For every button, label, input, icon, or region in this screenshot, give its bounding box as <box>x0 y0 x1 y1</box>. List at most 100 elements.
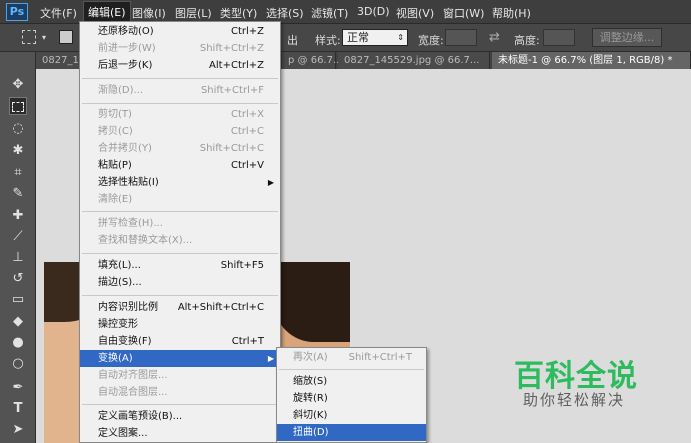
menu-window[interactable]: 窗口(W) <box>443 5 484 21</box>
menu-item-label: 拼写检查(H)... <box>98 218 163 229</box>
menu-item-label: 扭曲(D) <box>293 427 329 438</box>
menu-item-transform[interactable]: 变换(A) ▶ <box>80 350 280 367</box>
select-arrows-icon: ⇕ <box>397 33 404 42</box>
menu-item-copy: 拷贝(C) Ctrl+C <box>80 123 280 140</box>
photo-hair-right <box>274 262 350 342</box>
submenu-item-scale[interactable]: 缩放(S) <box>277 373 426 390</box>
chevron-down-icon[interactable]: ▾ <box>42 33 46 42</box>
menu-item-shortcut: Ctrl+Z <box>230 26 264 37</box>
width-label: 宽度: <box>418 34 444 47</box>
menu-item-paste[interactable]: 粘贴(P) Ctrl+V <box>80 157 280 174</box>
menu-item-shortcut: Shift+Ctrl+T <box>348 352 412 363</box>
menu-separator <box>82 103 278 104</box>
magic-wand-tool-icon[interactable]: ✱ <box>9 142 27 160</box>
menu-item-stroke[interactable]: 描边(S)... <box>80 274 280 291</box>
menu-item-define-pattern[interactable]: 定义图案... <box>80 425 280 442</box>
menu-item-define-brush[interactable]: 定义画笔预设(B)... <box>80 408 280 425</box>
menu-item-label: 渐隐(D)... <box>98 85 144 96</box>
menu-edit[interactable]: 编辑(E) <box>83 1 131 23</box>
menu-item-label: 变换(A) <box>98 353 133 364</box>
menu-item-label: 定义画笔预设(B)... <box>98 411 183 422</box>
menu-item-undo[interactable]: 还原移动(O) Ctrl+Z <box>80 23 280 40</box>
menu-item-label: 填充(L)... <box>98 260 141 271</box>
menu-item-label: 粘贴(P) <box>98 160 132 171</box>
style-label: 样式: <box>315 34 341 47</box>
eyedropper-tool-icon[interactable]: ✎ <box>9 185 27 203</box>
style-select[interactable]: 正常 ⇕ <box>342 29 408 46</box>
menu-item-label: 后退一步(K) <box>98 60 153 71</box>
menu-separator <box>279 369 424 370</box>
swap-icon[interactable]: ⇄ <box>489 30 500 45</box>
menu-image[interactable]: 图像(I) <box>132 5 166 21</box>
brush-tool-icon[interactable]: ⟋ <box>9 228 27 246</box>
menu-item-label: 前进一步(W) <box>98 43 156 54</box>
menu-item-step-back[interactable]: 后退一步(K) Alt+Ctrl+Z <box>80 57 280 74</box>
paint-bucket-tool-icon[interactable]: ◆ <box>9 313 27 331</box>
type-tool-icon[interactable]: T <box>9 400 27 418</box>
menu-item-puppet-warp[interactable]: 操控变形 <box>80 316 280 333</box>
menu-file[interactable]: 文件(F) <box>40 5 77 21</box>
menu-item-label: 操控变形 <box>98 319 138 330</box>
menu-item-free-transform[interactable]: 自由变换(F) Ctrl+T <box>80 333 280 350</box>
submenu-item-again: 再次(A) Shift+Ctrl+T <box>277 349 426 366</box>
clone-stamp-tool-icon[interactable]: ⊥ <box>9 249 27 267</box>
path-selection-tool-icon[interactable]: ➤ <box>9 421 27 439</box>
menu-item-shortcut: Alt+Shift+Ctrl+C <box>177 302 264 313</box>
menu-item-label: 内容识别比例 <box>98 302 158 313</box>
menu-type[interactable]: 类型(Y) <box>220 5 257 21</box>
menu-filter[interactable]: 滤镜(T) <box>311 5 348 21</box>
crop-tool-icon[interactable]: ⌗ <box>9 164 27 182</box>
dodge-tool-icon[interactable]: ○ <box>9 355 27 373</box>
height-label: 高度: <box>514 34 540 47</box>
menu-item-paste-special[interactable]: 选择性粘贴(I) ▶ <box>80 174 280 191</box>
move-tool-icon[interactable]: ✥ <box>9 76 27 94</box>
refine-edge-button[interactable]: 调整边缘... <box>592 28 662 47</box>
width-input[interactable] <box>445 29 477 46</box>
history-brush-tool-icon[interactable]: ↺ <box>9 270 27 288</box>
menu-item-label: 清除(E) <box>98 194 133 205</box>
submenu-item-skew[interactable]: 斜切(K) <box>277 407 426 424</box>
tab-document-1[interactable]: 0827_1 <box>36 52 81 69</box>
new-selection-icon[interactable] <box>59 30 73 44</box>
menu-item-shortcut: Alt+Ctrl+Z <box>209 60 264 71</box>
menu-item-auto-blend: 自动混合图层... <box>80 384 280 401</box>
menu-item-label: 合并拷贝(Y) <box>98 143 152 154</box>
submenu-item-rotate[interactable]: 旋转(R) <box>277 390 426 407</box>
menu-item-shortcut: Ctrl+T <box>231 336 264 347</box>
menu-item-label: 查找和替换文本(X)... <box>98 235 193 246</box>
transform-submenu: 再次(A) Shift+Ctrl+T 缩放(S) 旋转(R) 斜切(K) 扭曲(D… <box>276 347 427 443</box>
marquee-tool-icon[interactable] <box>9 97 27 115</box>
menu-layer[interactable]: 图层(L) <box>175 5 212 21</box>
submenu-item-distort[interactable]: 扭曲(D) <box>277 424 426 441</box>
menu-item-label: 缩放(S) <box>293 376 328 387</box>
menu-item-content-aware-scale[interactable]: 内容识别比例 Alt+Shift+Ctrl+C <box>80 299 280 316</box>
menu-item-shortcut: Ctrl+V <box>230 160 264 171</box>
edit-menu-dropdown: 还原移动(O) Ctrl+Z 前进一步(W) Shift+Ctrl+Z 后退一步(K… <box>79 21 281 443</box>
eraser-tool-icon[interactable]: ▭ <box>9 291 27 309</box>
height-input[interactable] <box>543 29 575 46</box>
menu-item-label: 还原移动(O) <box>98 26 154 37</box>
tab-document-active[interactable]: 未标题-1 @ 66.7% (图层 1, RGB/8) * <box>492 52 691 69</box>
blur-tool-icon[interactable]: ● <box>9 334 27 352</box>
menu-item-clear: 清除(E) <box>80 191 280 208</box>
healing-brush-tool-icon[interactable]: ✚ <box>9 207 27 225</box>
menu-item-label: 描边(S)... <box>98 277 142 288</box>
menu-view[interactable]: 视图(V) <box>396 5 434 21</box>
menu-item-label: 定义图案... <box>98 428 148 439</box>
photoshop-logo: Ps <box>6 3 28 21</box>
marquee-preset-icon[interactable] <box>22 30 36 44</box>
lasso-tool-icon[interactable]: ◌ <box>9 120 27 138</box>
style-select-value: 正常 <box>347 31 369 44</box>
menu-item-label: 剪切(T) <box>98 109 132 120</box>
menu-item-fill[interactable]: 填充(L)... Shift+F5 <box>80 257 280 274</box>
tab-document-2[interactable]: 0827_145529.jpg @ 66.7... <box>338 52 490 69</box>
menu-3d[interactable]: 3D(D) <box>357 5 390 18</box>
menu-item-label: 拷贝(C) <box>98 126 133 137</box>
menu-item-shortcut: Shift+F5 <box>220 260 264 271</box>
menu-select[interactable]: 选择(S) <box>266 5 304 21</box>
pen-tool-icon[interactable]: ✒ <box>9 379 27 397</box>
menu-item-label: 斜切(K) <box>293 410 328 421</box>
menu-item-label: 再次(A) <box>293 352 328 363</box>
menu-help[interactable]: 帮助(H) <box>492 5 531 21</box>
tab-document-partial[interactable]: p @ 66.7... <box>282 52 343 69</box>
